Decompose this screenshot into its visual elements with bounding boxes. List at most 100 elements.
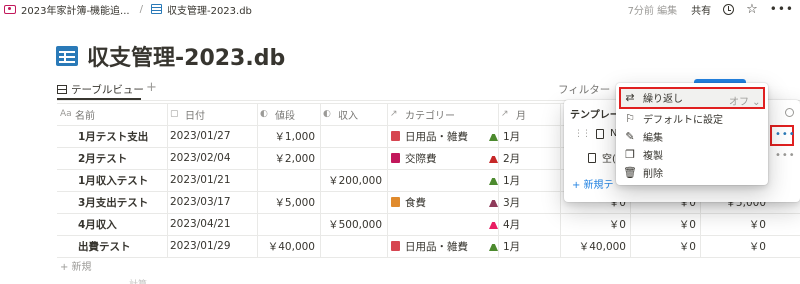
cell-income[interactable] xyxy=(320,191,382,213)
tab-table-view[interactable]: テーブルビュー xyxy=(57,82,144,97)
menu-item-repeat[interactable]: ⇄ 繰り返し xyxy=(623,89,683,106)
template-item-empty[interactable]: 空( xyxy=(588,150,616,165)
cell-month[interactable]: 2月 xyxy=(489,147,520,169)
cell-formula[interactable]: ￥40,000 xyxy=(560,235,626,257)
cell-formula[interactable]: ￥0 xyxy=(630,213,696,235)
header-price[interactable]: ◐ 値段 xyxy=(257,103,320,125)
cell-date[interactable]: 2023/04/21 xyxy=(170,213,255,235)
month-label: 1月 xyxy=(503,130,521,143)
cell-income[interactable] xyxy=(320,235,382,257)
more-icon[interactable]: ••• xyxy=(770,2,794,16)
month-icon xyxy=(489,175,498,185)
column-divider xyxy=(167,103,168,257)
cell-name[interactable]: 3月支出テスト xyxy=(78,191,166,213)
cell-category[interactable]: 交際費 xyxy=(391,147,437,169)
cell-formula[interactable]: ￥0 xyxy=(700,235,766,257)
help-icon[interactable] xyxy=(785,108,794,117)
breadcrumb-current[interactable]: 収支管理-2023.db xyxy=(167,2,252,17)
cell-date[interactable]: 2023/01/29 xyxy=(170,235,255,257)
cell-income[interactable]: ￥500,000 xyxy=(320,213,382,235)
cell-date[interactable]: 2023/01/27 xyxy=(170,125,255,147)
cell-month[interactable]: 4月 xyxy=(489,213,520,235)
menu-label: デフォルトに設定 xyxy=(643,115,723,126)
cell-month[interactable]: 1月 xyxy=(489,235,520,257)
template-name: 空( xyxy=(602,154,616,165)
cell-income[interactable] xyxy=(320,147,382,169)
cell-price[interactable]: ￥5,000 xyxy=(257,191,315,213)
drag-handle-icon[interactable]: ⋮⋮ xyxy=(574,129,591,139)
new-template-button[interactable]: + 新規テ xyxy=(572,176,614,191)
month-label: 2月 xyxy=(503,152,521,165)
cell-category[interactable]: 食費 xyxy=(391,191,426,213)
column-type-icon: ↗ xyxy=(501,109,509,119)
page-title: 収支管理-2023.db xyxy=(87,46,286,71)
clock-icon[interactable] xyxy=(723,3,735,15)
month-icon xyxy=(489,219,498,229)
header-income[interactable]: ◐ 収入 xyxy=(320,103,387,125)
cell-price[interactable]: ￥40,000 xyxy=(257,235,315,257)
page-icon xyxy=(588,152,596,163)
menu-item-delete[interactable]: 🗑 削除 xyxy=(623,164,663,181)
table-icon xyxy=(57,85,67,94)
header-name[interactable]: Aa 名前 xyxy=(57,103,167,125)
filter-button[interactable]: フィルター xyxy=(558,82,610,97)
cell-price[interactable] xyxy=(257,169,315,191)
more-options-icon[interactable]: ••• xyxy=(775,150,796,161)
cell-name[interactable]: 2月テスト xyxy=(78,147,166,169)
page-icon xyxy=(4,4,16,14)
month-label: 3月 xyxy=(503,196,521,209)
month-icon xyxy=(489,131,498,141)
month-label: 1月 xyxy=(503,174,521,187)
cell-name[interactable]: 1月テスト支出 xyxy=(78,125,166,147)
cell-formula[interactable]: ￥0 xyxy=(560,213,626,235)
calculate-hint[interactable]: 計算 xyxy=(129,277,147,284)
cell-formula[interactable]: ￥0 xyxy=(630,235,696,257)
header-month[interactable]: ↗ 月 xyxy=(498,103,560,125)
cell-date[interactable]: 2023/02/04 xyxy=(170,147,255,169)
column-label: カテゴリー xyxy=(405,110,455,122)
cell-date[interactable]: 2023/03/17 xyxy=(170,191,255,213)
category-label: 日用品・雑費 xyxy=(405,130,468,143)
cell-name[interactable]: 4月収入 xyxy=(78,213,166,235)
cell-price[interactable]: ￥2,000 xyxy=(257,147,315,169)
cell-category[interactable]: 日用品・雑費 xyxy=(391,125,468,147)
column-label: 収入 xyxy=(338,110,358,122)
cell-price[interactable] xyxy=(257,213,315,235)
breadcrumb-parent[interactable]: 2023年家計簿-機能追... xyxy=(21,2,130,17)
cell-month[interactable]: 1月 xyxy=(489,125,520,147)
star-icon[interactable]: ☆ xyxy=(746,3,758,16)
more-options-icon[interactable]: ••• xyxy=(775,129,796,140)
column-type-icon: Aa xyxy=(60,109,72,119)
page-icon xyxy=(596,128,604,139)
cell-name[interactable]: 1月収入テスト xyxy=(78,169,166,191)
column-label: 名前 xyxy=(75,110,95,122)
header-category[interactable]: ↗ カテゴリー xyxy=(387,103,498,125)
share-button[interactable]: 共有 xyxy=(691,2,711,17)
menu-item-edit[interactable]: ✎ 編集 xyxy=(623,128,663,145)
duplicate-icon: ❐ xyxy=(625,148,635,161)
cell-month[interactable]: 1月 xyxy=(489,169,520,191)
tab-label: テーブルビュー xyxy=(71,84,144,96)
category-icon xyxy=(391,131,400,141)
cell-name[interactable]: 出費テスト xyxy=(78,235,166,257)
add-row-button[interactable]: + 新規 xyxy=(60,258,92,273)
cell-income[interactable] xyxy=(320,125,382,147)
month-label: 1月 xyxy=(503,240,521,253)
menu-item-set-default[interactable]: ⚐ デフォルトに設定 xyxy=(623,110,723,127)
month-icon xyxy=(489,197,498,207)
add-view-button[interactable]: + xyxy=(146,80,157,95)
breadcrumb-separator: / xyxy=(139,3,143,15)
cell-date[interactable]: 2023/01/21 xyxy=(170,169,255,191)
repeat-value-dropdown[interactable]: オフ ⌄ xyxy=(729,93,761,108)
cell-income[interactable]: ￥200,000 xyxy=(320,169,382,191)
cell-category[interactable]: 日用品・雑費 xyxy=(391,235,468,257)
category-icon xyxy=(391,197,400,207)
header-date[interactable]: ▢ 日付 xyxy=(167,103,257,125)
cell-formula[interactable]: ￥0 xyxy=(700,213,766,235)
menu-label: 複製 xyxy=(643,151,663,162)
top-actions: 7分前 編集 共有 ☆ ••• xyxy=(628,0,800,18)
menu-item-duplicate[interactable]: ❐ 複製 xyxy=(623,146,663,163)
category-label: 日用品・雑費 xyxy=(405,240,468,253)
cell-price[interactable]: ￥1,000 xyxy=(257,125,315,147)
cell-month[interactable]: 3月 xyxy=(489,191,520,213)
